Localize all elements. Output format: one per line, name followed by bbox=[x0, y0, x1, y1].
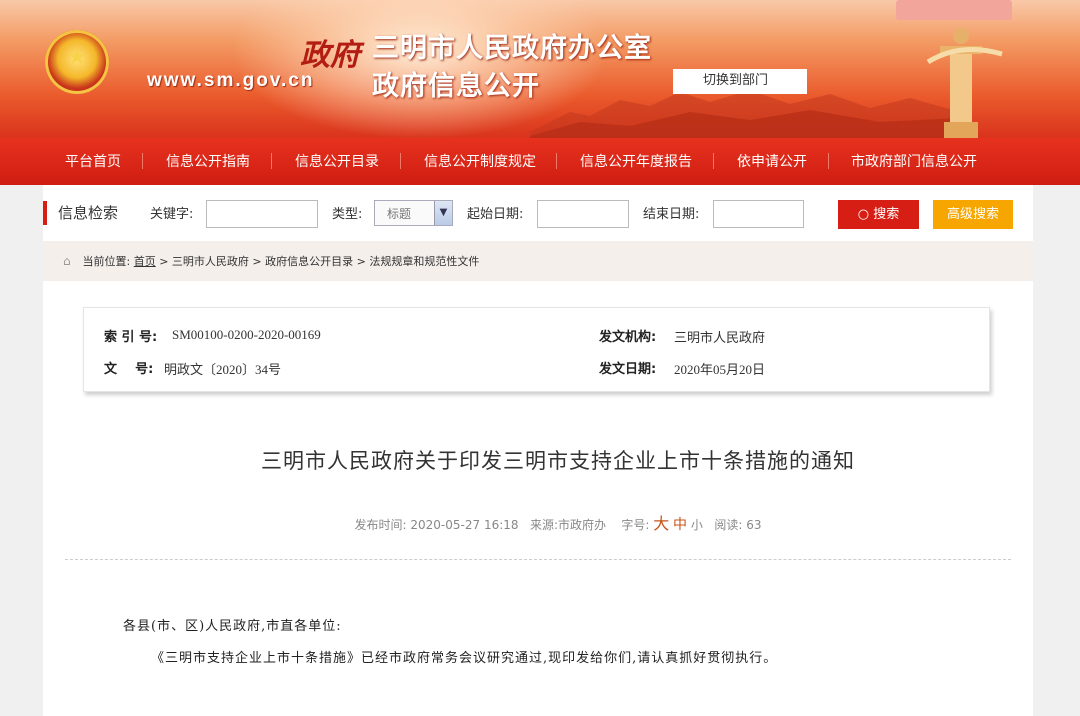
site-title: 三明市人民政府办公室 bbox=[372, 33, 652, 64]
views-label: 阅读: bbox=[714, 518, 743, 532]
divider bbox=[65, 559, 1011, 560]
search-button-label: 搜索 bbox=[873, 207, 900, 222]
advanced-search-button[interactable]: 高级搜索 bbox=[933, 200, 1013, 229]
index-value: SM00100-0200-2020-00169 bbox=[172, 327, 321, 342]
nav-departments[interactable]: 市政府部门信息公开 bbox=[851, 151, 977, 171]
nav-divider bbox=[713, 153, 714, 169]
article-title: 三明市人民政府关于印发三明市支持企业上市十条措施的通知 bbox=[261, 449, 855, 473]
font-size-small[interactable]: 小 bbox=[691, 518, 703, 532]
type-select-value: 标题 bbox=[387, 207, 412, 221]
keyword-input[interactable] bbox=[206, 200, 318, 228]
home-icon: ⌂ bbox=[63, 254, 71, 268]
nav-divider bbox=[142, 153, 143, 169]
chevron-down-icon[interactable]: ▼ bbox=[434, 201, 452, 225]
publish-time: 2020-05-27 16:18 bbox=[410, 518, 519, 532]
views-count: 63 bbox=[746, 518, 762, 532]
nav-divider bbox=[556, 153, 557, 169]
header-partial-text: 政府 bbox=[300, 39, 360, 72]
date-label: 发文日期: bbox=[599, 362, 657, 377]
national-emblem-icon: ★ bbox=[45, 30, 109, 94]
nav-divider bbox=[828, 153, 829, 169]
nav-annual-report[interactable]: 信息公开年度报告 bbox=[580, 151, 692, 171]
header-banner: ★ www.sm.gov.cn 政府 三明市人民政府办公室 政府信息公开 切换到… bbox=[0, 0, 1080, 138]
publish-info: 发布时间: 2020-05-27 16:18 来源:市政府办 字号: 大 中 小… bbox=[43, 510, 1073, 534]
date-value: 2020年05月20日 bbox=[674, 362, 766, 377]
switch-department-button[interactable]: 切换到部门 bbox=[673, 69, 807, 94]
document-meta: 索 引 号: SM00100-0200-2020-00169 发文机构: 三明市… bbox=[83, 307, 990, 392]
keyword-label: 关键字: bbox=[150, 207, 194, 222]
issuer-label: 发文机构: bbox=[599, 330, 657, 345]
search-button[interactable]: ○ 搜索 bbox=[838, 200, 919, 229]
main-nav: 平台首页 信息公开指南 信息公开目录 信息公开制度规定 信息公开年度报告 依申请… bbox=[0, 138, 1080, 185]
search-title: 信息检索 bbox=[58, 204, 119, 222]
index-label: 索 引 号: bbox=[104, 330, 158, 345]
search-bar: 信息检索 关键字: 类型: 标题 ▼ 起始日期: 结束日期: ○ 搜索 高级搜索 bbox=[43, 185, 1033, 241]
font-size-medium[interactable]: 中 bbox=[673, 517, 687, 533]
nav-guide[interactable]: 信息公开指南 bbox=[166, 151, 250, 171]
end-date-label: 结束日期: bbox=[643, 207, 700, 222]
nav-home[interactable]: 平台首页 bbox=[65, 151, 121, 171]
docno-value: 明政文〔2020〕34号 bbox=[164, 362, 282, 377]
type-label: 类型: bbox=[332, 207, 363, 222]
site-subtitle: 政府信息公开 bbox=[372, 71, 540, 102]
nav-regulations[interactable]: 信息公开制度规定 bbox=[424, 151, 536, 171]
issuer-value: 三明市人民政府 bbox=[674, 330, 766, 345]
publish-time-label: 发布时间: bbox=[354, 518, 407, 532]
font-size-label: 字号: bbox=[621, 518, 650, 532]
type-select[interactable]: 标题 ▼ bbox=[374, 200, 453, 226]
start-date-input[interactable] bbox=[537, 200, 629, 228]
article-salutation: 各县(市、区)人民政府,市直各单位: bbox=[123, 619, 342, 634]
huabiao-pillar-icon bbox=[926, 28, 1003, 138]
nav-catalog[interactable]: 信息公开目录 bbox=[295, 151, 379, 171]
source-label: 来源: bbox=[529, 518, 559, 532]
nav-apply[interactable]: 依申请公开 bbox=[737, 151, 807, 171]
article-paragraph: 《三明市支持企业上市十条措施》已经市政府常务会议研究通过,现印发给你们,请认真抓… bbox=[151, 651, 778, 666]
section-marker bbox=[43, 201, 47, 225]
start-date-label: 起始日期: bbox=[467, 207, 524, 222]
docno-label: 文 号: bbox=[104, 362, 154, 377]
top-corner-block bbox=[896, 0, 1012, 20]
breadcrumb-prefix: 当前位置: bbox=[82, 255, 131, 268]
breadcrumb-home-link[interactable]: 首页 bbox=[134, 255, 156, 268]
nav-divider bbox=[271, 153, 272, 169]
breadcrumb-path: > 三明市人民政府 > 政府信息公开目录 > 法规规章和规范性文件 bbox=[159, 255, 480, 268]
site-url: www.sm.gov.cn bbox=[147, 70, 315, 91]
nav-divider bbox=[400, 153, 401, 169]
breadcrumb: ⌂ 当前位置: 首页 > 三明市人民政府 > 政府信息公开目录 > 法规规章和规… bbox=[43, 241, 1033, 281]
font-size-large[interactable]: 大 bbox=[653, 514, 669, 533]
search-icon: ○ bbox=[857, 207, 870, 222]
source-value: 市政府办 bbox=[558, 518, 607, 532]
end-date-input[interactable] bbox=[713, 200, 804, 228]
main-content: ⌂ 当前位置: 首页 > 三明市人民政府 > 政府信息公开目录 > 法规规章和规… bbox=[43, 241, 1033, 716]
